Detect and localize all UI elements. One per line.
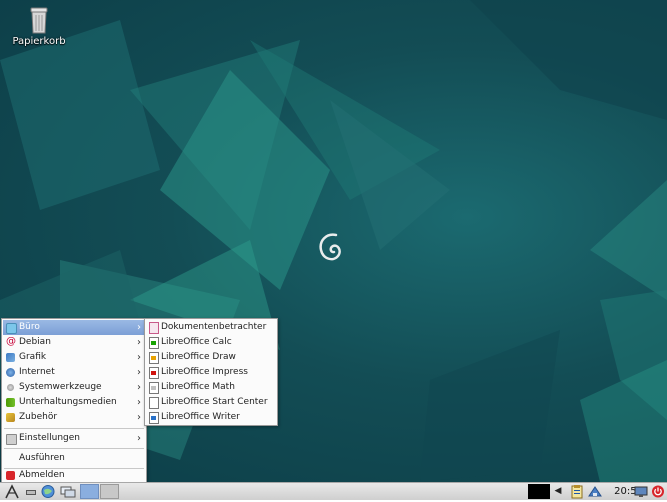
web-browser-button[interactable] [40,484,56,499]
chevron-right-icon: › [137,412,141,423]
submenu-item-libreoffice-draw[interactable]: LibreOffice Draw [146,350,276,365]
settings-icon [6,434,17,445]
menu-item-abmelden[interactable]: Abmelden [3,469,145,482]
system-tools-icon [7,384,14,391]
menu-item-label: Debian [19,337,51,347]
chevron-right-icon: › [137,433,141,444]
libreoffice-start-icon [149,397,159,409]
menu-item-label: Büro [19,322,40,332]
menu-item-label: Zubehör [19,412,58,422]
debian-icon: @ [6,336,16,347]
document-viewer-icon [149,322,159,334]
desktop-switcher-button[interactable] [59,484,77,499]
office-submenu: Dokumentenbetrachter LibreOffice Calc Li… [144,318,278,426]
accessories-icon [6,413,15,422]
menu-item-internet[interactable]: Internet › [3,365,145,380]
submenu-item-libreoffice-math[interactable]: LibreOffice Math [146,380,276,395]
submenu-item-libreoffice-impress[interactable]: LibreOffice Impress [146,365,276,380]
submenu-item-libreoffice-calc[interactable]: LibreOffice Calc [146,335,276,350]
submenu-item-label: Dokumentenbetrachter [161,322,267,332]
libreoffice-impress-icon [149,367,159,379]
menu-item-ausfuehren[interactable]: Ausführen [3,451,145,466]
chevron-right-icon: › [137,397,141,408]
menu-item-buero[interactable]: Büro › [3,320,145,335]
monitor-button[interactable] [634,484,648,499]
menu-item-debian[interactable]: @ Debian › [3,335,145,350]
menu-item-label: Unterhaltungsmedien [19,397,117,407]
chevron-right-icon: › [137,382,141,393]
desktop-icon-trash[interactable]: Papierkorb [6,6,72,47]
start-menu-button[interactable] [3,484,21,499]
network-button[interactable] [587,484,603,499]
clipboard-icon [571,485,583,499]
menu-item-label: Internet [19,367,55,377]
workspace-1[interactable] [80,484,99,499]
shutdown-button[interactable] [651,484,665,499]
menu-item-label: Ausführen [19,453,65,463]
submenu-item-dokumentenbetrachter[interactable]: Dokumentenbetrachter [146,320,276,335]
submenu-item-libreoffice-writer[interactable]: LibreOffice Writer [146,410,276,425]
internet-icon [6,368,15,377]
menu-item-grafik[interactable]: Grafik › [3,350,145,365]
chevron-right-icon: › [137,322,141,333]
menu-item-zubehoer[interactable]: Zubehör › [3,410,145,425]
submenu-item-label: LibreOffice Math [161,382,235,392]
taskbar-panel: ◀ 20:56 [0,482,667,500]
office-icon [6,323,17,334]
submenu-item-label: LibreOffice Draw [161,352,236,362]
libreoffice-calc-icon [149,337,159,349]
menu-item-einstellungen[interactable]: Einstellungen › [3,431,145,446]
libreoffice-draw-icon [149,352,159,364]
submenu-item-label: LibreOffice Writer [161,412,240,422]
workspace-2[interactable] [100,484,119,499]
multimedia-icon [6,398,15,407]
submenu-item-label: LibreOffice Calc [161,337,232,347]
arrow-left-icon[interactable]: ◀ [552,484,564,499]
graphics-icon [6,353,15,362]
start-menu-icon [5,484,19,499]
menu-item-systemwerkzeuge[interactable]: Systemwerkzeuge › [3,380,145,395]
libreoffice-writer-icon [149,412,159,424]
submenu-item-libreoffice-start-center[interactable]: LibreOffice Start Center [146,395,276,410]
chevron-right-icon: › [137,367,141,378]
logout-icon [6,471,15,480]
shutdown-icon [652,485,664,498]
network-icon [588,486,602,497]
menu-separator [4,448,144,449]
debian-swirl-logo [319,233,341,261]
application-menu: Büro › @ Debian › Grafik › Internet › Sy… [1,318,147,484]
submenu-item-label: LibreOffice Impress [161,367,248,377]
menu-item-label: Einstellungen [19,433,81,443]
menu-separator [4,428,144,429]
system-monitor-graph [528,484,550,499]
submenu-item-label: LibreOffice Start Center [161,397,268,407]
menu-item-label: Abmelden [19,470,65,480]
chevron-right-icon: › [137,337,141,348]
show-desktop-button[interactable] [24,484,38,499]
desktop-switcher-icon [60,486,76,498]
web-browser-icon [41,485,55,498]
menu-item-label: Systemwerkzeuge [19,382,102,392]
libreoffice-math-icon [149,382,159,394]
monitor-icon [634,486,648,497]
desktop-icon-label: Papierkorb [12,36,66,47]
chevron-right-icon: › [137,352,141,363]
trash-icon [29,6,49,34]
show-desktop-icon [26,490,36,495]
clipboard-button[interactable] [570,484,584,499]
menu-item-unterhaltungsmedien[interactable]: Unterhaltungsmedien › [3,395,145,410]
menu-item-label: Grafik [19,352,47,362]
